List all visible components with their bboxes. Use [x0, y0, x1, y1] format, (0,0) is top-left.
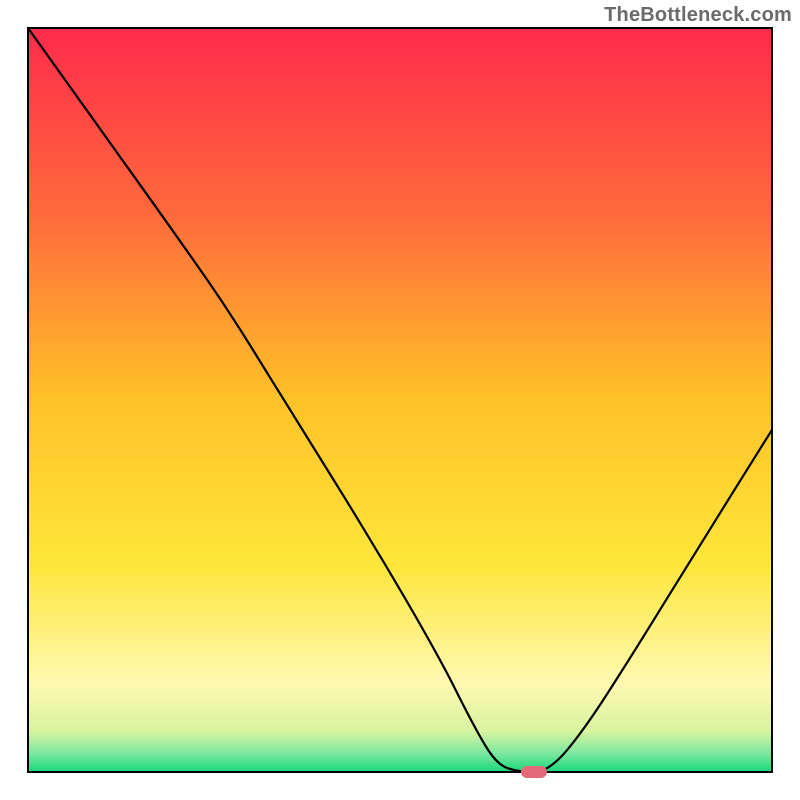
plot-background — [28, 28, 772, 772]
watermark-label: TheBottleneck.com — [604, 4, 792, 27]
optimal-point-marker — [521, 766, 547, 778]
chart-svg — [0, 0, 800, 800]
bottleneck-chart: TheBottleneck.com — [0, 0, 800, 800]
